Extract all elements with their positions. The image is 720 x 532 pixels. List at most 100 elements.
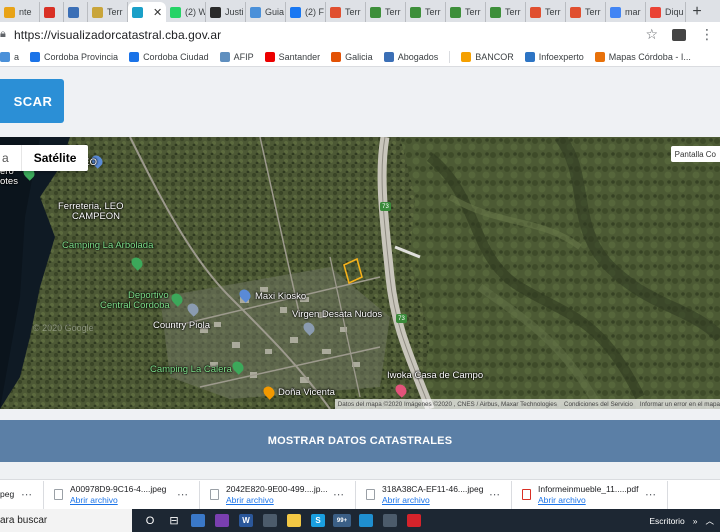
route-shield: 73: [396, 314, 407, 323]
browser-tab[interactable]: Terr: [446, 2, 486, 22]
browser-tab[interactable]: ✕: [128, 2, 166, 22]
terms-link[interactable]: Condiciones del Servicio: [564, 401, 633, 408]
cortana-icon[interactable]: O: [138, 509, 162, 532]
extension-icon[interactable]: [672, 28, 686, 41]
search-button[interactable]: SCAR: [0, 79, 64, 123]
browser-tab[interactable]: Diqu: [646, 2, 686, 22]
new-tab-button[interactable]: +: [686, 2, 708, 22]
address-bar[interactable]: https://visualizadorcatastral.cba.gov.ar: [14, 28, 221, 42]
browser-tab[interactable]: nte: [0, 2, 40, 22]
edge-icon[interactable]: [354, 509, 378, 532]
map-type-control: a Satélite: [0, 145, 89, 171]
download-item[interactable]: 2042E820-9E00-499....jp... Abrir archivo ⋯: [200, 480, 356, 509]
bookmark-item[interactable]: Mapas Córdoba - I...: [594, 51, 691, 62]
report-error-link[interactable]: Informar un error en el mapa: [640, 401, 720, 408]
open-file-link[interactable]: Abrir archivo: [538, 495, 639, 506]
download-item[interactable]: 318A38CA-EF11-46....jpeg Abrir archivo ⋯: [356, 480, 512, 509]
bookmark-label: Galicia: [345, 51, 373, 62]
acrobat-icon[interactable]: [402, 509, 426, 532]
browser-tab[interactable]: Guia: [246, 2, 286, 22]
browser-tab[interactable]: (2) W: [166, 2, 206, 22]
map-label: Maxi Kiosko: [255, 291, 307, 302]
bookmark-item[interactable]: Santander: [264, 51, 320, 62]
download-options-icon[interactable]: ⋯: [177, 488, 189, 501]
browser-tab[interactable]: mar: [606, 2, 646, 22]
google-icon: [610, 6, 621, 18]
bookmark-item[interactable]: Cordoba Provincia: [30, 51, 118, 62]
map-label: Doña Vicenta: [278, 387, 335, 398]
skype-icon[interactable]: S: [306, 509, 330, 532]
download-filename: A00978D9-9C16-4....jpeg: [70, 483, 167, 494]
open-file-link[interactable]: Abrir archivo: [226, 495, 328, 506]
whatsapp-icon[interactable]: [210, 509, 234, 532]
browser-tab[interactable]: [64, 2, 88, 22]
image-file-icon: [210, 489, 219, 500]
bookmark-favicon-icon: [461, 51, 472, 62]
browser-tab[interactable]: (2) F: [286, 2, 326, 22]
map-watermark: © 2020 Google: [33, 323, 94, 333]
close-tab-icon[interactable]: ✕: [153, 6, 162, 19]
bookmark-item[interactable]: Infoexperto: [524, 51, 584, 62]
bookmark-favicon-icon: [331, 51, 342, 62]
taskbar-search-input[interactable]: ara buscar: [0, 509, 132, 532]
acrobat-icon-glyph: [407, 514, 421, 527]
bookmark-item[interactable]: AFIP: [219, 51, 254, 62]
show-cadastral-data-button[interactable]: MOSTRAR DATOS CATASTRALES: [0, 420, 720, 462]
satellite-map[interactable]: 73 73 LEO Ferreteria, LEO CAMPEON Campin…: [0, 137, 720, 409]
browser-tab[interactable]: Terr: [366, 2, 406, 22]
download-options-icon[interactable]: ⋯: [489, 488, 501, 501]
tab-label: Terr: [107, 7, 123, 17]
browser-tab[interactable]: Terr: [88, 2, 128, 22]
menu-icon[interactable]: ⋮: [700, 26, 714, 43]
tab-favicon: [250, 6, 261, 18]
bookmark-favicon-icon: [30, 51, 41, 62]
phone-icon[interactable]: [258, 509, 282, 532]
bookmark-item[interactable]: Abogados: [383, 51, 438, 62]
bookmark-item[interactable]: Cordoba Ciudad: [129, 51, 209, 62]
map-type-satellite-button[interactable]: Satélite: [20, 145, 89, 171]
task-view-icon[interactable]: ⊟: [162, 509, 186, 532]
bookmark-item[interactable]: Galicia: [331, 51, 373, 62]
map-type-map-button[interactable]: a: [0, 145, 21, 171]
bookmark-item[interactable]: a: [0, 51, 19, 62]
tab-favicon: [92, 6, 103, 18]
download-item[interactable]: A00978D9-9C16-4....jpeg Abrir archivo ⋯: [44, 480, 200, 509]
open-file-link[interactable]: Abrir archivo: [382, 495, 483, 506]
download-filename: 318A38CA-EF11-46....jpeg: [382, 483, 484, 494]
open-file-link[interactable]: Abrir archivo: [70, 495, 166, 506]
browser-tab[interactable]: Justi: [206, 2, 246, 22]
word-icon[interactable]: W: [234, 509, 258, 532]
browser-tab[interactable]: Terr: [486, 2, 526, 22]
mail-icon[interactable]: 99+: [330, 509, 354, 532]
desktop-label[interactable]: Escritorio: [649, 516, 684, 526]
browser-tab[interactable]: [40, 2, 64, 22]
phone-link-icon[interactable]: [378, 509, 402, 532]
mail-icon-glyph: 99+: [333, 514, 351, 527]
word-icon-glyph: W: [239, 514, 253, 527]
map-label: Camping La Calera: [150, 364, 232, 375]
whatsapp-icon-glyph: [215, 514, 229, 527]
download-options-icon[interactable]: ⋯: [21, 488, 33, 501]
chevron-icon[interactable]: »: [693, 516, 698, 526]
bookmark-star-icon[interactable]: ☆: [645, 26, 658, 43]
download-item[interactable]: Informeinmueble_11.....pdf Abrir archivo ⋯: [512, 480, 668, 509]
file-explorer-icon[interactable]: [282, 509, 306, 532]
fullscreen-button[interactable]: Pantalla Co: [670, 146, 720, 162]
browser-tab[interactable]: Terr: [526, 2, 566, 22]
browser-tab[interactable]: Terr: [566, 2, 606, 22]
download-item[interactable]: peg ⋯: [0, 480, 44, 509]
tray-arrow-icon[interactable]: ︿: [705, 515, 714, 527]
map-label: Central Cordoba: [100, 300, 170, 311]
bookmark-label: Cordoba Ciudad: [143, 51, 209, 62]
map-label: otes: [0, 176, 18, 187]
browser-tab[interactable]: Terr: [406, 2, 446, 22]
file-explorer-icon-glyph: [287, 514, 301, 527]
download-options-icon[interactable]: ⋯: [645, 488, 657, 501]
bookmark-favicon-icon: [524, 51, 535, 62]
browser-tab[interactable]: Terr: [326, 2, 366, 22]
map-label: CAMPEON: [72, 211, 121, 222]
calculator-icon[interactable]: [186, 509, 210, 532]
map-label: Iwoka Casa de Campo: [387, 370, 484, 381]
bookmark-item[interactable]: BANCOR: [461, 51, 514, 62]
download-options-icon[interactable]: ⋯: [333, 488, 345, 501]
